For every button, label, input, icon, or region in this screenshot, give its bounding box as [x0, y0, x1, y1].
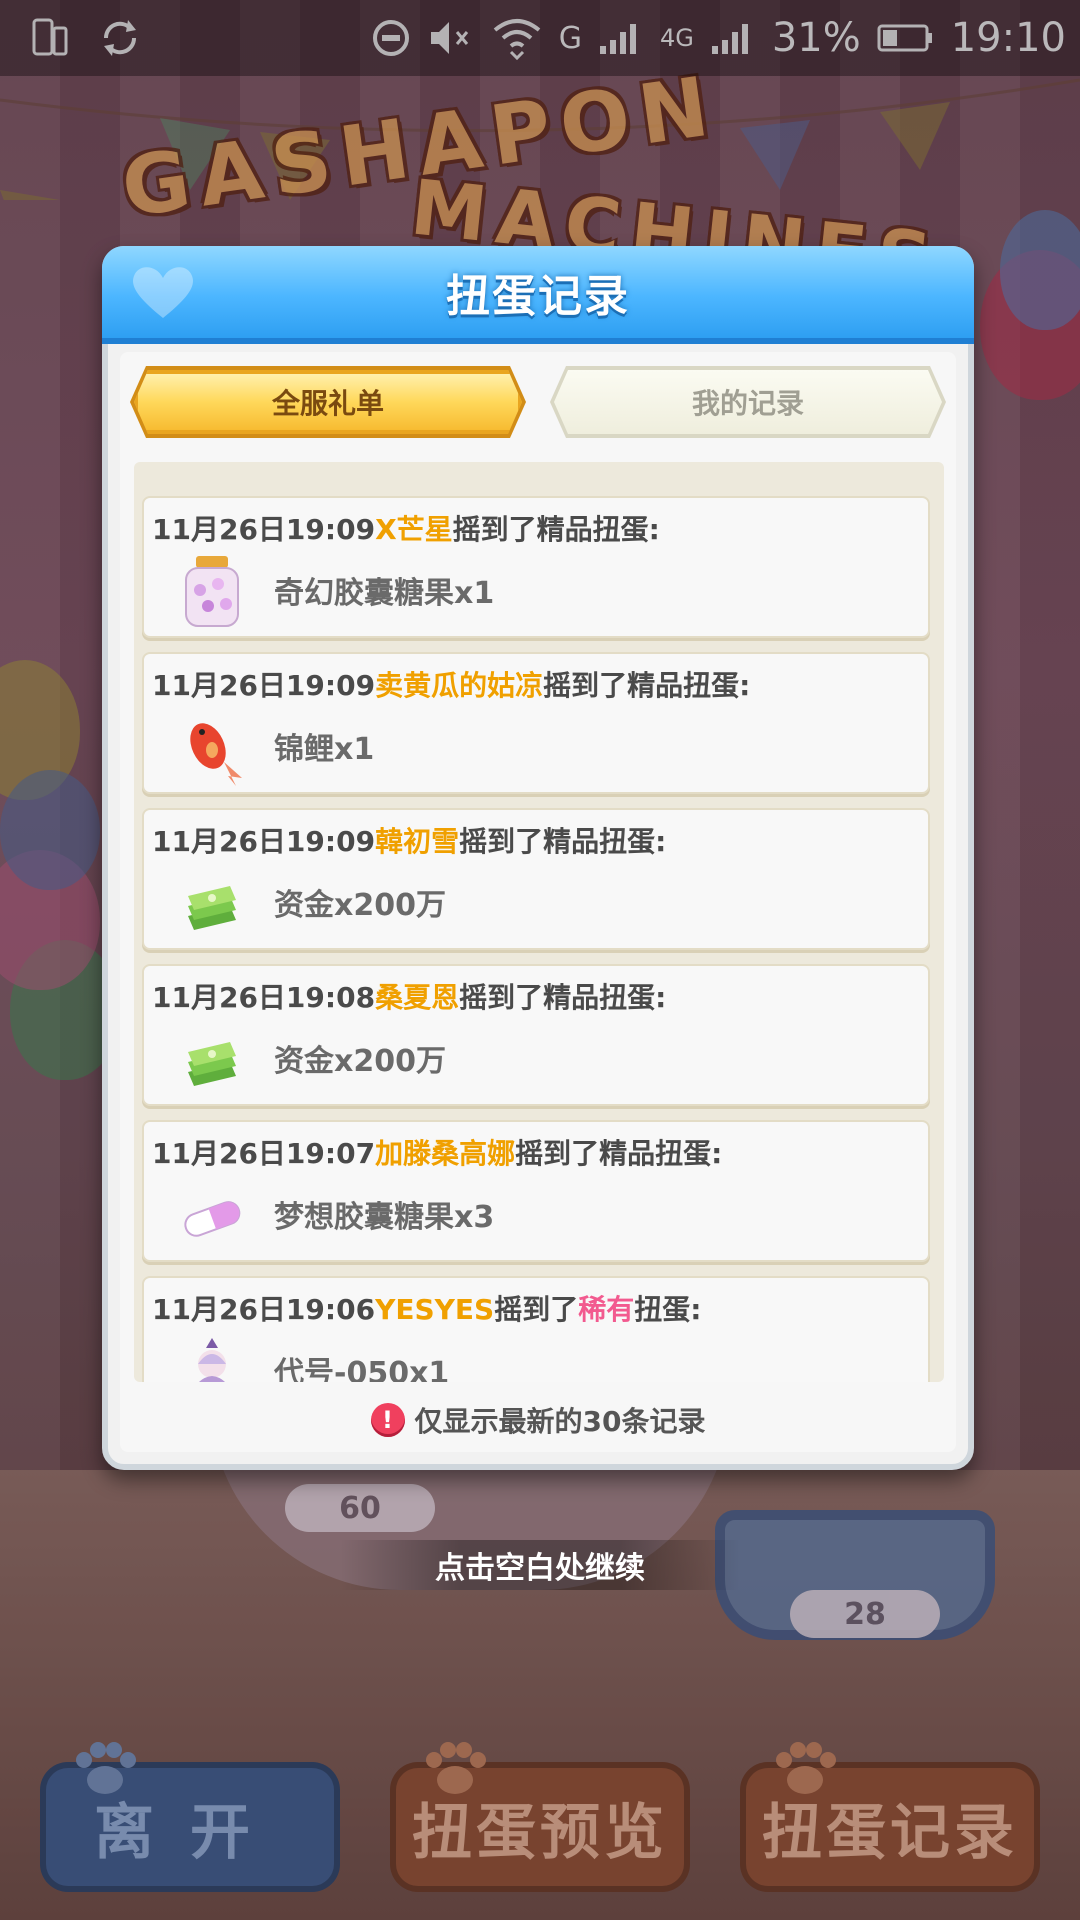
- record-item: 资金x200万: [274, 1044, 446, 1079]
- player-name: 加滕桑高娜: [375, 1137, 516, 1170]
- heart-icon: [133, 267, 193, 318]
- record-limit-notice: ! 仅显示最新的30条记录: [120, 1398, 956, 1442]
- gacha-record-dialog: 扭蛋记录 全服礼单 我的记录 11月26日19:09X芒星摇到了精品扭蛋: 奇幻…: [102, 246, 974, 1470]
- record-time: 11月26日19:09: [152, 825, 376, 858]
- record-item: 梦想胶囊糖果x3: [274, 1200, 495, 1235]
- record-time: 11月26日19:09: [152, 513, 376, 546]
- record-action: 摇到了: [515, 1137, 600, 1170]
- player-name: 卖黄瓜的姑凉: [375, 669, 544, 702]
- list-item: 11月26日19:06YESYES摇到了稀有扭蛋: 代号-050x1: [142, 1276, 930, 1382]
- record-item: 奇幻胶囊糖果x1: [274, 576, 495, 611]
- money-stack-icon: [188, 1042, 236, 1086]
- record-time: 11月26日19:08: [152, 981, 376, 1014]
- player-name: 韓初雪: [375, 825, 460, 858]
- character-avatar-icon: [198, 1338, 226, 1382]
- money-stack-icon: [188, 886, 236, 930]
- list-item: 11月26日19:08桑夏恩摇到了精品扭蛋: 资金x200万: [142, 964, 930, 1106]
- list-item: 11月26日19:09韓初雪摇到了精品扭蛋: 资金x200万: [142, 808, 930, 950]
- player-name: YESYES: [375, 1293, 495, 1326]
- record-text: 11月26日19:08桑夏恩摇到了精品扭蛋:: [152, 976, 666, 1016]
- list-item: 11月26日19:07加滕桑高娜摇到了精品扭蛋: 梦想胶囊糖果x3: [142, 1120, 930, 1262]
- record-suffix: 扭蛋:: [634, 1293, 702, 1326]
- record-time: 11月26日19:09: [152, 669, 376, 702]
- dialog-title: 扭蛋记录: [446, 271, 630, 322]
- record-text: 11月26日19:06YESYES摇到了稀有扭蛋:: [152, 1288, 701, 1328]
- capsule-candy-icon: [184, 1201, 241, 1237]
- record-action: 摇到了: [543, 669, 628, 702]
- record-item: 锦鲤x1: [274, 732, 375, 767]
- record-text: 11月26日19:07加滕桑高娜摇到了精品扭蛋:: [152, 1132, 722, 1172]
- record-suffix: 精品扭蛋:: [599, 1137, 723, 1170]
- record-suffix: 精品扭蛋:: [627, 669, 751, 702]
- player-name: X芒星: [375, 513, 453, 546]
- notice-text: 仅显示最新的30条记录: [414, 1405, 706, 1438]
- record-action: 摇到了: [452, 513, 537, 546]
- tab-server-gifts[interactable]: 全服礼单: [134, 370, 522, 434]
- record-action: 摇到了: [494, 1293, 579, 1326]
- list-item: 11月26日19:09卖黄瓜的姑凉摇到了精品扭蛋: 锦鲤x1: [142, 652, 930, 794]
- tab-my-records[interactable]: 我的记录: [554, 370, 942, 434]
- dialog-header: 扭蛋记录: [102, 246, 974, 344]
- rarity-label: 稀有: [578, 1293, 635, 1326]
- record-time: 11月26日19:06: [152, 1293, 376, 1326]
- record-item: 资金x200万: [274, 888, 446, 923]
- record-time: 11月26日19:07: [152, 1137, 376, 1170]
- tap-to-continue-hint[interactable]: 点击空白处继续: [340, 1540, 740, 1590]
- record-list[interactable]: 11月26日19:09X芒星摇到了精品扭蛋: 奇幻胶囊糖果x1 11月26日19…: [134, 462, 944, 1382]
- list-item: 11月26日19:09X芒星摇到了精品扭蛋: 奇幻胶囊糖果x1: [142, 496, 930, 638]
- record-item: 代号-050x1: [274, 1356, 450, 1382]
- alert-icon: !: [370, 1403, 405, 1437]
- record-suffix: 精品扭蛋:: [536, 513, 660, 546]
- record-action: 摇到了: [459, 981, 544, 1014]
- dialog-body: 全服礼单 我的记录 11月26日19:09X芒星摇到了精品扭蛋: 奇幻胶囊糖果x…: [120, 352, 956, 1452]
- record-list-scroll: 11月26日19:09X芒星摇到了精品扭蛋: 奇幻胶囊糖果x1 11月26日19…: [142, 496, 932, 1382]
- candy-jar-icon: [185, 556, 239, 627]
- record-text: 11月26日19:09卖黄瓜的姑凉摇到了精品扭蛋:: [152, 664, 750, 704]
- record-text: 11月26日19:09韓初雪摇到了精品扭蛋:: [152, 820, 666, 860]
- record-suffix: 精品扭蛋:: [543, 825, 667, 858]
- koi-fish-icon: [190, 723, 242, 786]
- record-text: 11月26日19:09X芒星摇到了精品扭蛋:: [152, 508, 660, 548]
- player-name: 桑夏恩: [375, 981, 460, 1014]
- record-suffix: 精品扭蛋:: [543, 981, 667, 1014]
- record-action: 摇到了: [459, 825, 544, 858]
